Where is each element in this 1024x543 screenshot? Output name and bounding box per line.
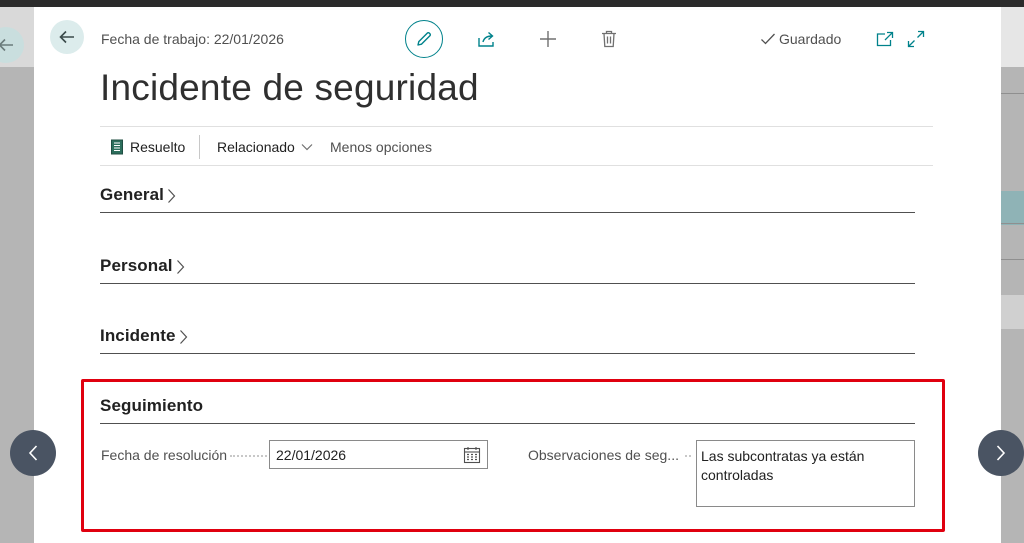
delete-button[interactable]	[597, 27, 621, 51]
section-general[interactable]: General	[100, 185, 915, 213]
popout-icon	[876, 31, 894, 47]
back-button[interactable]	[50, 20, 84, 54]
label-leader-dots	[685, 455, 691, 457]
fecha-resolucion-input[interactable]	[269, 440, 488, 469]
expand-icon	[907, 30, 925, 48]
observaciones-textarea[interactable]: Las subcontratas ya están controladas	[696, 440, 915, 507]
previous-record-button[interactable]	[10, 430, 56, 476]
plus-icon	[540, 31, 556, 47]
chevron-right-icon	[996, 445, 1006, 461]
menos-opciones-button[interactable]: Menos opciones	[330, 127, 432, 166]
share-icon	[478, 31, 494, 47]
expand-button[interactable]	[905, 28, 927, 50]
page-title: Incidente de seguridad	[100, 67, 479, 108]
background-selected-row	[1001, 191, 1024, 225]
new-button[interactable]	[536, 27, 560, 51]
saved-status: Guardado	[760, 31, 841, 47]
background-divider	[1001, 223, 1024, 224]
menos-opciones-label: Menos opciones	[330, 138, 432, 155]
work-date: Fecha de trabajo: 22/01/2026	[101, 31, 284, 47]
arrow-left-icon	[59, 30, 74, 44]
chevron-right-icon	[168, 189, 176, 203]
background-panel	[1001, 7, 1024, 67]
trash-icon	[602, 30, 616, 48]
next-record-button[interactable]	[978, 430, 1024, 476]
section-seguimiento[interactable]: Seguimiento	[100, 396, 915, 424]
ledger-icon	[111, 139, 123, 154]
label-leader-dots	[230, 455, 267, 457]
fecha-resolucion-label: Fecha de resolución	[101, 447, 228, 463]
relacionado-label: Relacionado	[217, 138, 295, 155]
background-divider	[1001, 259, 1024, 260]
chevron-right-icon	[179, 330, 187, 344]
top-bar	[0, 0, 1024, 7]
share-button[interactable]	[474, 27, 498, 51]
background-divider	[1001, 93, 1024, 94]
resuelto-action[interactable]: Resuelto	[110, 127, 185, 166]
resuelto-label: Resuelto	[130, 138, 186, 155]
section-title: Personal	[100, 256, 173, 275]
chevron-right-icon	[176, 260, 184, 274]
checkmark-icon	[761, 33, 775, 45]
action-bar: Resuelto Relacionado Menos opciones	[100, 126, 933, 166]
chevron-left-icon	[28, 445, 38, 461]
calendar-icon[interactable]	[463, 446, 481, 464]
section-title: General	[100, 185, 165, 204]
edit-button[interactable]	[405, 20, 443, 58]
open-new-window-button[interactable]	[874, 28, 896, 50]
section-incidente[interactable]: Incidente	[100, 326, 915, 354]
section-title: Incidente	[100, 326, 176, 345]
incident-card: Fecha de trabajo: 22/01/2026 Guardado In…	[34, 7, 1001, 543]
relacionado-menu[interactable]: Relacionado	[217, 127, 313, 166]
section-title: Seguimiento	[100, 396, 204, 415]
saved-label: Guardado	[779, 31, 842, 47]
pencil-icon	[417, 31, 432, 46]
action-separator	[199, 135, 200, 159]
observaciones-label: Observaciones de seg...	[528, 447, 679, 463]
section-personal[interactable]: Personal	[100, 256, 915, 284]
chevron-down-icon	[301, 143, 313, 150]
background-row	[1001, 295, 1024, 329]
